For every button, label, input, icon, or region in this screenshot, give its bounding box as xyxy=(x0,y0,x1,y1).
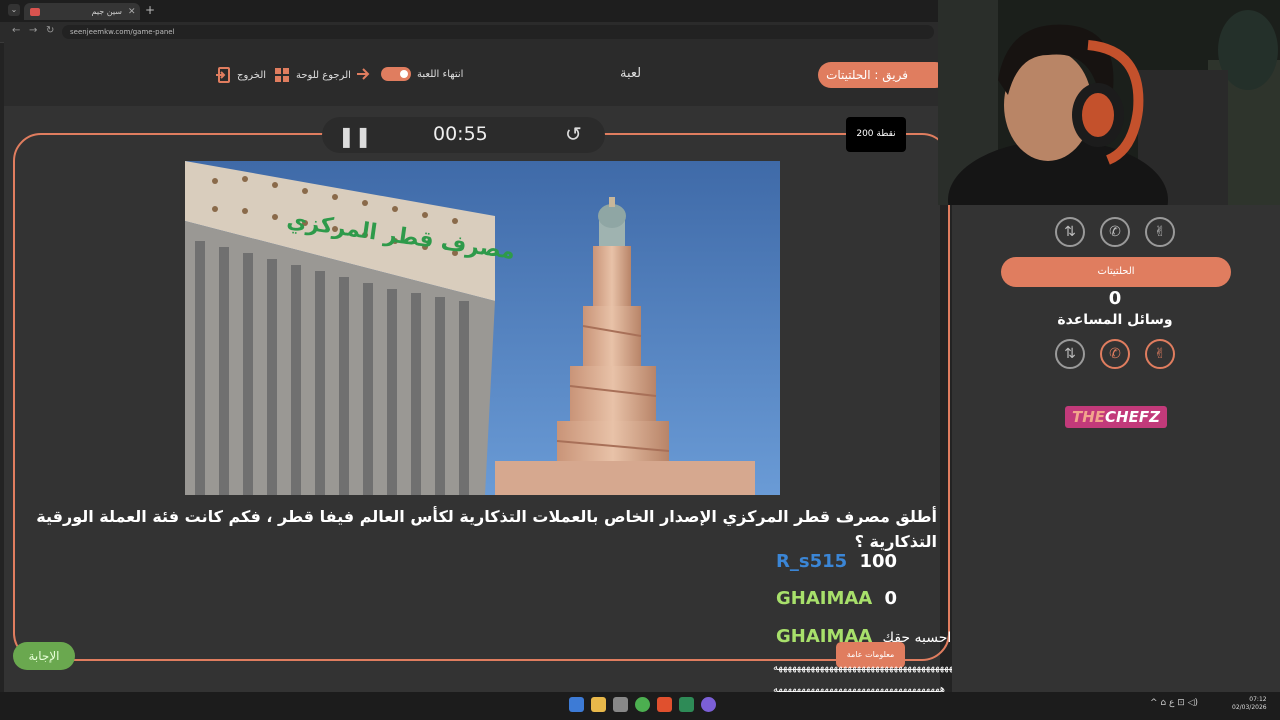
store-icon[interactable] xyxy=(613,697,628,712)
game-header xyxy=(4,42,940,106)
reload-icon[interactable]: ↻ xyxy=(46,25,54,36)
tab-menu-button[interactable]: ⌄ xyxy=(8,4,20,16)
reset-timer-icon[interactable]: ↺ xyxy=(565,122,582,146)
chat-line-1: R_s515 100 xyxy=(776,551,897,572)
logo-word-the: THE xyxy=(1072,408,1106,426)
the-chefz-logo: THECHEFZ xyxy=(1065,406,1167,428)
chat-message: 0 xyxy=(884,588,898,609)
webcam-overlay xyxy=(938,0,1280,205)
victory-hand-icon[interactable]: ✌ xyxy=(1145,217,1175,247)
chat-message: 100 xyxy=(859,551,898,572)
end-game-label: انتهاء اللعبة xyxy=(417,68,464,80)
back-icon[interactable]: ← xyxy=(12,25,20,36)
exit-button[interactable]: الخروج xyxy=(215,67,266,83)
clock-time: 07:12 xyxy=(1249,696,1267,703)
phone-friend-icon[interactable]: ✆ xyxy=(1100,339,1130,369)
end-game-arrow-icon xyxy=(355,66,371,82)
question-text: أطلق مصرف قطر المركزي الإصدار الخاص بالع… xyxy=(36,507,937,551)
game-label: لعبة xyxy=(620,66,642,81)
timer-display: 00:55 xyxy=(433,123,488,145)
help-tools-label: وسائل المساعدة xyxy=(1057,312,1173,328)
team-name-pill: الحلتيتات xyxy=(1001,257,1231,287)
double-answer-icon[interactable]: ⇅ xyxy=(1055,339,1085,369)
url-input[interactable]: seenjeemkw.com/game-panel xyxy=(62,25,934,39)
forward-icon[interactable]: → xyxy=(29,25,37,36)
question-image: مصرف قطر المركزي xyxy=(185,161,780,495)
taskbar-clock[interactable]: 07:12 02/03/2026 xyxy=(1232,696,1267,712)
chat-user: R_s515 xyxy=(776,551,848,572)
browser-tab[interactable]: سين جيم ✕ xyxy=(24,3,140,20)
start-icon[interactable] xyxy=(569,697,584,712)
chrome-icon[interactable] xyxy=(635,697,650,712)
victory-hand-icon[interactable]: ✌ xyxy=(1145,339,1175,369)
system-tray[interactable]: ^ ⌂ ع ⊡ ◁) xyxy=(1150,698,1198,708)
team-score: 0 xyxy=(1108,288,1122,309)
back-to-board-button[interactable]: الرجوع للوحة xyxy=(274,67,351,83)
exit-icon xyxy=(216,67,230,83)
brave-icon[interactable] xyxy=(657,697,672,712)
team-name-pill: فريق : الحلتيتات xyxy=(818,62,948,88)
end-game-button[interactable]: انتهاء اللعبة xyxy=(381,67,463,81)
clock-date: 02/03/2026 xyxy=(1232,704,1267,711)
grid-icon xyxy=(275,68,289,82)
exit-label: الخروج xyxy=(237,69,267,81)
chat-line-2: GHAIMAA 0 xyxy=(776,588,897,609)
browser-tabbar xyxy=(0,0,940,22)
discord-icon[interactable] xyxy=(701,697,716,712)
new-tab-button[interactable]: + xyxy=(145,3,155,17)
app-icon[interactable] xyxy=(679,697,694,712)
logo-word-chefz: CHEFZ xyxy=(1105,408,1160,426)
close-icon[interactable]: ✕ xyxy=(128,7,140,17)
pause-icon[interactable]: ❚❚ xyxy=(338,124,372,148)
favicon-icon xyxy=(30,7,40,16)
back-to-board-label: الرجوع للوحة xyxy=(296,69,351,81)
points-badge: 200 نقطة xyxy=(846,117,906,152)
toggle-icon xyxy=(381,67,411,81)
file-explorer-icon[interactable] xyxy=(591,697,606,712)
tab-title: سين جيم xyxy=(91,7,122,16)
double-answer-icon[interactable]: ⇅ xyxy=(1055,217,1085,247)
answer-button[interactable]: الإجابة xyxy=(13,642,75,670)
chat-user: GHAIMAA xyxy=(776,588,873,609)
phone-friend-icon[interactable]: ✆ xyxy=(1100,217,1130,247)
